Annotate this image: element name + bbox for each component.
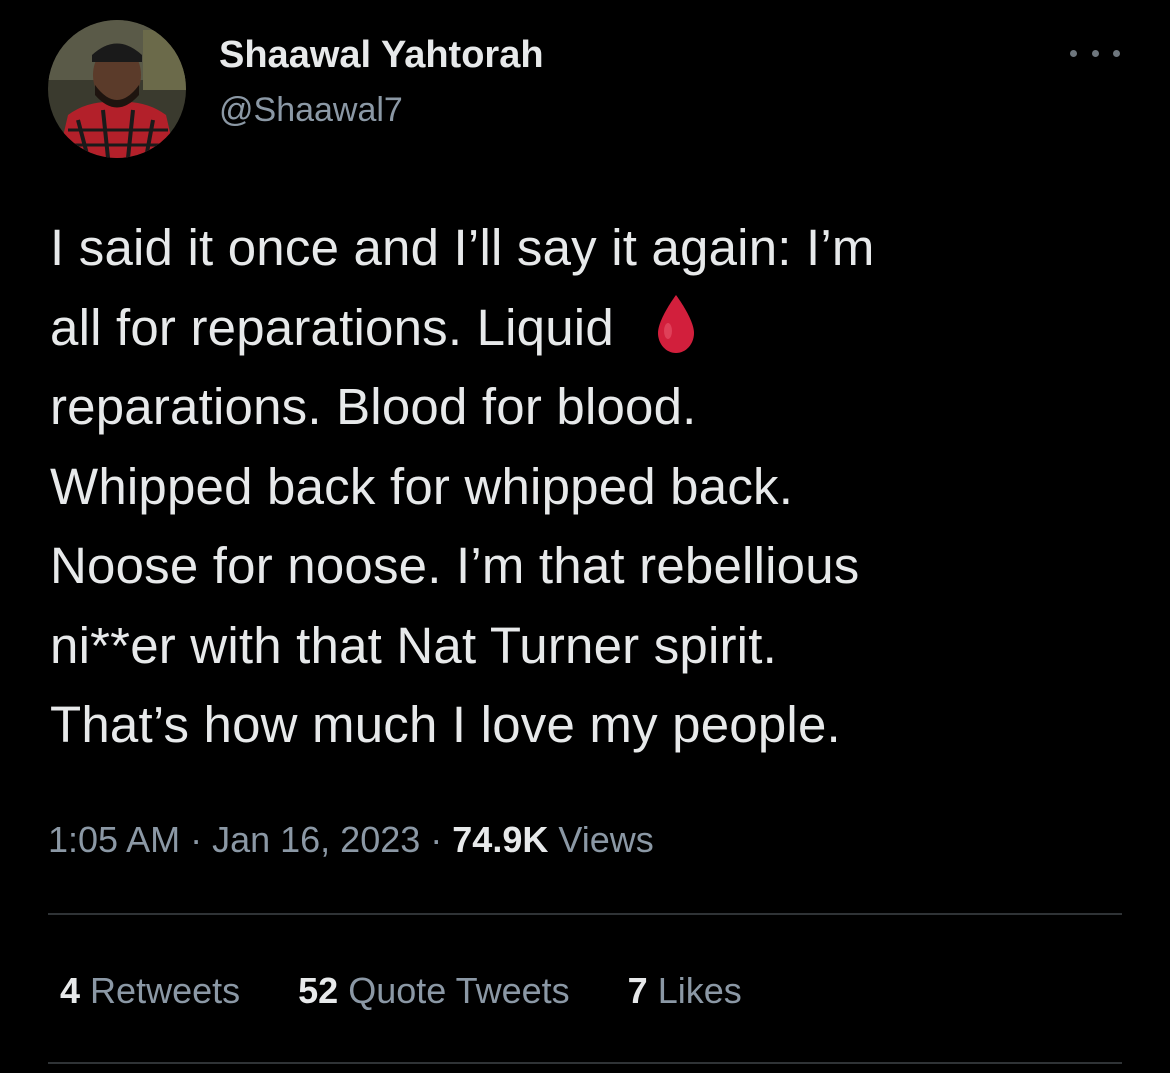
profile-photo-icon: [48, 20, 186, 158]
tweet-line: all for reparations. Liquid: [50, 288, 1140, 368]
tweet-line: That’s how much I love my people.: [50, 696, 841, 753]
likes-count: 7: [627, 970, 648, 1011]
more-dots-icon: [1113, 49, 1120, 57]
retweets-label: Retweets: [90, 970, 241, 1011]
display-name[interactable]: Shaawal Yahtorah: [219, 34, 544, 77]
tweet-line-text: all for reparations. Liquid: [50, 298, 614, 356]
tweet-line: Noose for noose. I’m that rebellious: [50, 537, 860, 594]
tweet-date[interactable]: Jan 16, 2023: [212, 819, 420, 860]
quote-tweets-count: 52: [298, 970, 339, 1011]
engagement-stats: 4 Retweets 52 Quote Tweets 7 Likes: [60, 970, 800, 1012]
user-handle[interactable]: @Shaawal7: [219, 91, 403, 130]
tweet-text: I said it once and I’ll say it again: I’…: [50, 208, 1140, 765]
tweet-line: I said it once and I’ll say it again: I’…: [50, 219, 875, 276]
tweet-time[interactable]: 1:05 AM: [48, 819, 180, 860]
separator: ·: [430, 819, 443, 860]
quote-tweets-label: Quote Tweets: [348, 970, 570, 1011]
tweet-metadata: 1:05 AM · Jan 16, 2023 · 74.9K Views: [48, 819, 654, 861]
avatar[interactable]: [48, 20, 186, 158]
tweet-line: Whipped back for whipped back.: [50, 457, 794, 515]
likes-label: Likes: [657, 970, 742, 1011]
more-dots-icon: [1070, 49, 1077, 57]
divider: [48, 913, 1122, 915]
tweet-line: reparations. Blood for blood.: [50, 378, 697, 435]
retweets-stat[interactable]: 4 Retweets: [60, 970, 240, 1012]
likes-stat[interactable]: 7 Likes: [628, 970, 742, 1012]
views-label: Views: [558, 819, 654, 860]
divider: [48, 1062, 1122, 1064]
retweets-count: 4: [60, 970, 81, 1011]
more-dots-icon: [1091, 49, 1099, 57]
separator: ·: [190, 819, 203, 860]
more-options-button[interactable]: [1070, 38, 1120, 68]
tweet-line: ni**er with that Nat Turner spirit.: [50, 616, 777, 674]
quote-tweets-stat[interactable]: 52 Quote Tweets: [298, 970, 570, 1012]
views-count: 74.9K: [452, 819, 549, 860]
drop-of-blood-icon: [654, 293, 698, 378]
